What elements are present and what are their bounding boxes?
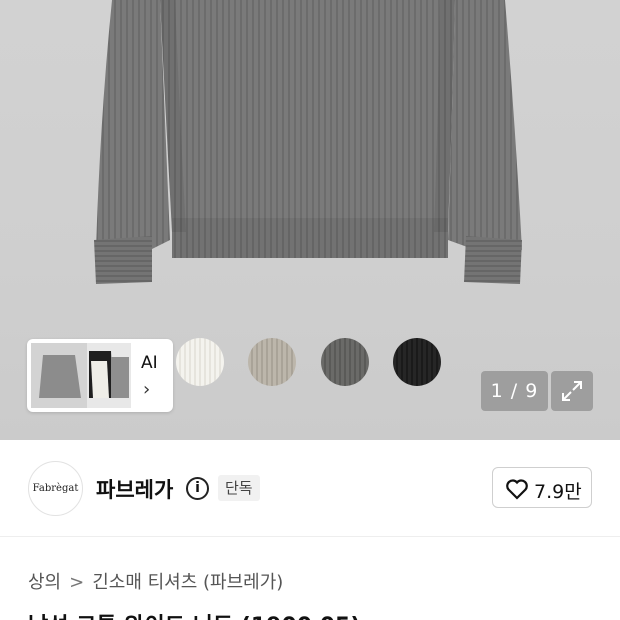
heart-icon — [506, 479, 528, 500]
ai-label: AI — [141, 353, 158, 373]
brand-logo[interactable]: Fabrègat — [28, 461, 83, 516]
expand-button[interactable] — [551, 371, 593, 411]
breadcrumb-item-category[interactable]: 상의 — [28, 572, 61, 593]
image-counter: 1 / 9 — [481, 371, 548, 411]
product-image-gallery[interactable]: AI › 1 / 9 — [0, 0, 620, 440]
info-icon[interactable]: i — [186, 477, 209, 500]
breadcrumb-item-subcategory[interactable]: 긴소매 티셔츠 (파브레가) — [92, 572, 283, 593]
like-count: 7.9만 — [534, 481, 582, 503]
color-swatch-ivory[interactable] — [176, 338, 224, 386]
product-title: 남성 코튼 와이드 니트 (1900 05) — [28, 608, 360, 620]
expand-icon — [562, 381, 582, 401]
like-button[interactable]: 7.9만 — [492, 467, 592, 508]
brand-name[interactable]: 파브레가 — [96, 474, 173, 504]
color-swatch-charcoal[interactable] — [321, 338, 369, 386]
breadcrumb-separator: > — [69, 572, 85, 593]
section-divider — [0, 536, 620, 537]
ai-styling-card[interactable]: AI › — [27, 339, 173, 412]
breadcrumb: 상의 > 긴소매 티셔츠 (파브레가) — [28, 568, 283, 594]
color-swatch-black[interactable] — [393, 338, 441, 386]
exclusive-badge: 단독 — [218, 475, 260, 501]
ai-thumbnail-image — [31, 343, 131, 408]
chevron-right-icon: › — [143, 379, 151, 400]
color-swatch-beige[interactable] — [248, 338, 296, 386]
